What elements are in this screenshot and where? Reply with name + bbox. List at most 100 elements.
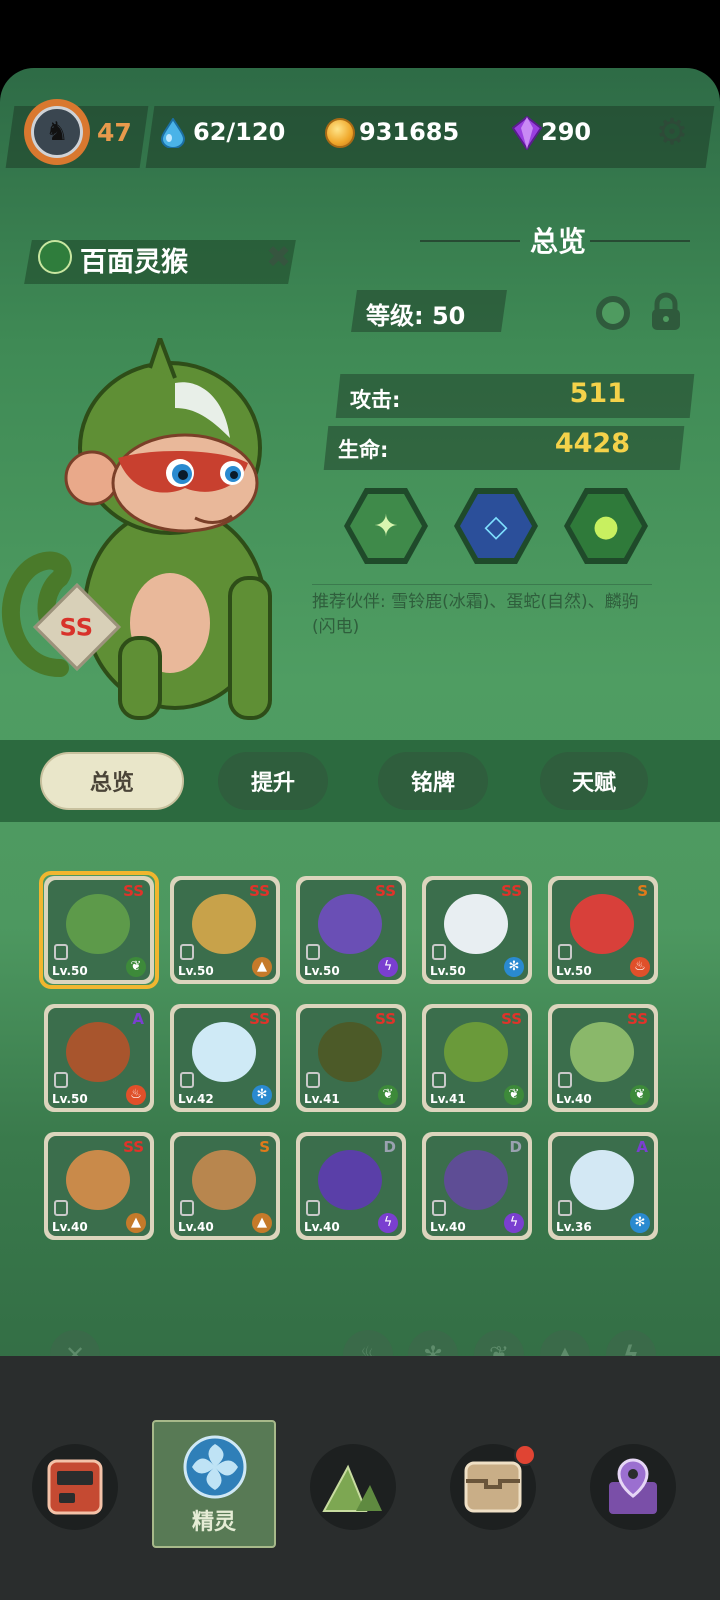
pet-portrait bbox=[192, 1150, 256, 1210]
pet-rank: A bbox=[636, 1138, 648, 1156]
pet-card-body: SS Lv.41 ❦ bbox=[300, 1008, 402, 1108]
pet-card[interactable]: SS Lv.41 ❦ bbox=[422, 1004, 532, 1112]
avatar-icon: ♞ bbox=[31, 106, 83, 158]
tab-nameplate[interactable]: 铭牌 bbox=[378, 752, 488, 810]
nature-element-icon: ❦ bbox=[504, 1085, 524, 1105]
pet-portrait bbox=[318, 894, 382, 954]
lock-icon bbox=[180, 944, 194, 960]
pet-level: Lv.50 bbox=[430, 964, 466, 978]
pet-portrait bbox=[192, 894, 256, 954]
tab-overview[interactable]: 总览 bbox=[40, 752, 184, 810]
nature-element-icon bbox=[38, 240, 72, 274]
pet-card-body: SS Lv.50 ▲ bbox=[174, 880, 276, 980]
electric-element-icon: ϟ bbox=[504, 1213, 524, 1233]
game-screen: ♞ 47 62/120 931685 290 ⚙ 百面灵猴 ✖ 总览 等级: 5… bbox=[0, 68, 720, 1600]
stamina-value: 62/120 bbox=[193, 118, 286, 146]
pet-card-body: S Lv.50 ♨ bbox=[552, 880, 654, 980]
coin-value: 931685 bbox=[359, 118, 460, 146]
electric-element-icon: ϟ bbox=[378, 957, 398, 977]
pet-rank: SS bbox=[249, 1010, 270, 1028]
pet-card[interactable]: S Lv.40 ▲ bbox=[170, 1132, 280, 1240]
pet-portrait bbox=[318, 1022, 382, 1082]
attack-label: 攻击: bbox=[350, 388, 401, 412]
pet-card[interactable]: SS Lv.42 ✻ bbox=[170, 1004, 280, 1112]
skill-slot-2[interactable]: ◇ bbox=[454, 488, 538, 564]
pet-level: Lv.50 bbox=[178, 964, 214, 978]
divider bbox=[312, 584, 652, 585]
earth-element-icon: ▲ bbox=[126, 1213, 146, 1233]
water-drop-icon bbox=[160, 118, 186, 148]
pet-level: Lv.40 bbox=[178, 1220, 214, 1234]
pet-portrait bbox=[444, 1022, 508, 1082]
pet-icon bbox=[183, 1435, 247, 1499]
player-avatar[interactable]: ♞ bbox=[24, 99, 90, 165]
pet-card[interactable]: D Lv.40 ϟ bbox=[422, 1132, 532, 1240]
ice-element-icon: ✻ bbox=[504, 957, 524, 977]
pet-card-body: D Lv.40 ϟ bbox=[426, 1136, 528, 1236]
nav-map[interactable] bbox=[590, 1444, 676, 1530]
pet-card[interactable]: SS Lv.40 ▲ bbox=[44, 1132, 154, 1240]
pet-rank: S bbox=[637, 882, 648, 900]
nav-pet[interactable] bbox=[172, 1424, 258, 1510]
skill-slot-1[interactable]: ✦ bbox=[344, 488, 428, 564]
pet-card[interactable]: SS Lv.50 ▲ bbox=[170, 876, 280, 984]
pet-portrait bbox=[66, 1150, 130, 1210]
pet-card[interactable]: D Lv.40 ϟ bbox=[296, 1132, 406, 1240]
skill-slot-3[interactable]: ● bbox=[564, 488, 648, 564]
nav-device[interactable] bbox=[32, 1444, 118, 1530]
lock-icon bbox=[54, 1200, 68, 1216]
chest-icon bbox=[464, 1461, 522, 1513]
tab-talent[interactable]: 天赋 bbox=[540, 752, 648, 810]
pet-card-body: A Lv.50 ♨ bbox=[48, 1008, 150, 1108]
ice-element-icon: ✻ bbox=[252, 1085, 272, 1105]
notification-dot bbox=[514, 1444, 536, 1466]
pet-card[interactable]: SS Lv.41 ❦ bbox=[296, 1004, 406, 1112]
pet-level: Lv.50 bbox=[556, 964, 592, 978]
lock-icon bbox=[432, 944, 446, 960]
pet-portrait bbox=[318, 1150, 382, 1210]
pet-level: Lv.36 bbox=[556, 1220, 592, 1234]
pet-card[interactable]: SS Lv.40 ❦ bbox=[548, 1004, 658, 1112]
pet-card[interactable]: SS Lv.50 ϟ bbox=[296, 876, 406, 984]
pet-level: Lv.40 bbox=[52, 1220, 88, 1234]
pet-rank: SS bbox=[249, 882, 270, 900]
close-icon[interactable]: ✖ bbox=[266, 240, 291, 275]
pet-rank: SS bbox=[123, 1138, 144, 1156]
nav-explore[interactable] bbox=[310, 1444, 396, 1530]
frost-frame-icon: ◇ bbox=[460, 494, 532, 558]
pet-level: Lv.42 bbox=[178, 1092, 214, 1106]
gear-icon[interactable]: ⚙ bbox=[655, 115, 689, 151]
pet-level: Lv.50 bbox=[304, 964, 340, 978]
lock-icon bbox=[558, 1072, 572, 1088]
pet-rank: SS bbox=[375, 1010, 396, 1028]
pet-portrait bbox=[570, 1022, 634, 1082]
pet-card-body: D Lv.40 ϟ bbox=[300, 1136, 402, 1236]
pet-level: Lv.40 bbox=[556, 1092, 592, 1106]
pet-rank: D bbox=[509, 1138, 522, 1156]
lock-icon[interactable] bbox=[648, 292, 684, 332]
pet-card-body: SS Lv.40 ❦ bbox=[552, 1008, 654, 1108]
lock-icon bbox=[432, 1200, 446, 1216]
pet-portrait bbox=[444, 894, 508, 954]
target-ring-icon[interactable] bbox=[596, 296, 630, 330]
map-pin-icon bbox=[609, 1458, 657, 1514]
earth-element-icon: ▲ bbox=[252, 957, 272, 977]
lock-icon bbox=[180, 1072, 194, 1088]
section-title: 总览 bbox=[529, 225, 586, 258]
gem-value: 290 bbox=[541, 118, 592, 146]
pet-card-body: SS Lv.41 ❦ bbox=[426, 1008, 528, 1108]
tab-upgrade[interactable]: 提升 bbox=[218, 752, 328, 810]
pet-level: Lv.41 bbox=[430, 1092, 466, 1106]
pet-card[interactable]: A Lv.50 ♨ bbox=[44, 1004, 154, 1112]
ice-element-icon: ✻ bbox=[630, 1213, 650, 1233]
pet-card[interactable]: SS Lv.50 ✻ bbox=[422, 876, 532, 984]
pet-name: 百面灵猴 bbox=[80, 247, 188, 278]
pet-card[interactable]: A Lv.36 ✻ bbox=[548, 1132, 658, 1240]
pet-portrait bbox=[570, 894, 634, 954]
hp-label: 生命: bbox=[338, 438, 389, 462]
pet-rank: SS bbox=[501, 1010, 522, 1028]
pet-card[interactable]: S Lv.50 ♨ bbox=[548, 876, 658, 984]
nature-element-icon: ❦ bbox=[630, 1085, 650, 1105]
pet-portrait bbox=[66, 1022, 130, 1082]
pet-level: 等级: 50 bbox=[366, 302, 466, 330]
